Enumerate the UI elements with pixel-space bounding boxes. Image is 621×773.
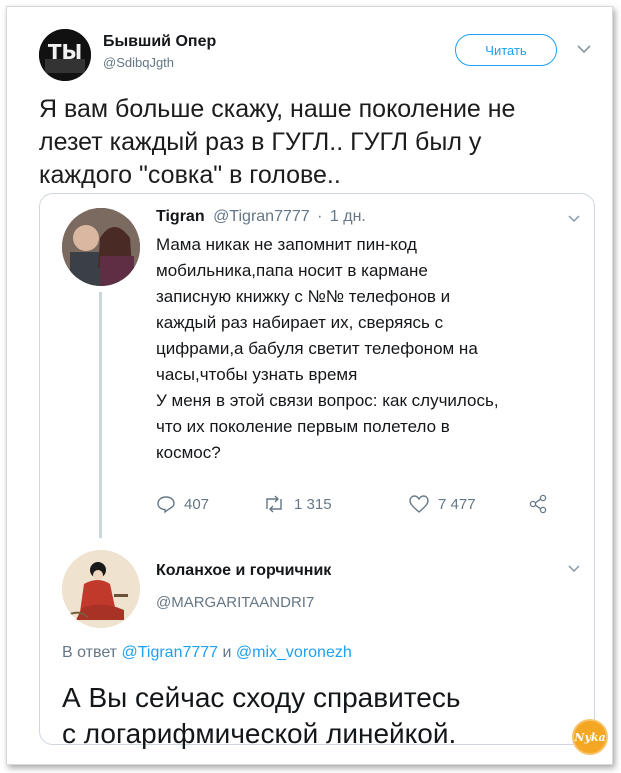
share-action[interactable] <box>528 494 556 514</box>
quoted-text-line: У меня в этой связи вопрос: как случилос… <box>156 391 499 410</box>
avatar-photo <box>62 208 140 286</box>
quoted-header: Tigran @Tigran7777 · 1 дн. <box>156 208 366 226</box>
reply-author-avatar[interactable] <box>62 550 140 628</box>
quoted-text: Мама никак не запомнит пин-код мобильник… <box>156 232 576 466</box>
replying-prefix: В ответ <box>62 644 118 661</box>
conversation-card: Tigran @Tigran7777 · 1 дн. Мама никак не… <box>39 193 595 749</box>
quoted-author-handle[interactable]: @Tigran7777 <box>213 208 310 225</box>
mention-link[interactable]: @mix_voronezh <box>236 644 352 661</box>
reply-text: А Вы сейчас сходу справитесь с логарифми… <box>62 680 582 752</box>
quoted-text-line: космос? <box>156 443 221 462</box>
reply-action[interactable]: 407 <box>156 494 209 514</box>
like-count: 7 477 <box>438 495 476 513</box>
quoted-text-line: цифрами,а бабуля светит телефоном на <box>156 339 478 358</box>
follow-button[interactable]: Читать <box>455 34 557 66</box>
separator: · <box>317 208 323 225</box>
quoted-text-line: записную книжку с №№ телефонов и <box>156 287 451 306</box>
share-icon <box>529 494 547 514</box>
tweet-text: Я вам больше скажу, наше поколение не ле… <box>39 95 516 189</box>
chevron-down-icon[interactable] <box>566 214 582 224</box>
author-handle[interactable]: @SdibqJgth <box>103 55 174 70</box>
replying-conj: и <box>222 644 232 661</box>
reply-author-name[interactable]: Коланхое и горчичник <box>156 562 331 580</box>
quoted-author-name[interactable]: Tigran <box>156 208 205 225</box>
quoted-text-line: мобильника,папа носит в кармане <box>156 261 428 280</box>
mention-link[interactable]: @Tigran7777 <box>121 644 218 661</box>
reply-text-line: А Вы сейчас сходу справитесь <box>62 682 461 713</box>
retweet-icon <box>266 495 282 513</box>
watermark-logo: Nyka <box>572 719 608 755</box>
author-name[interactable]: Бывший Опер <box>103 33 216 51</box>
tweet-screenshot: ТЫ Бывший Опер @SdibqJgth Читать Я вам б… <box>6 6 613 765</box>
quoted-text-line: каждый раз набирает их, сверяясь с <box>156 313 444 332</box>
chevron-down-icon[interactable] <box>575 43 593 55</box>
reply-icon <box>157 496 175 514</box>
like-action[interactable]: 7 477 <box>408 494 476 514</box>
retweet-action[interactable]: 1 315 <box>262 494 332 514</box>
quoted-text-line: часы,чтобы узнать время <box>156 365 358 384</box>
replying-to: В ответ @Tigran7777 и @mix_voronezh <box>62 644 352 662</box>
author-avatar[interactable]: ТЫ <box>39 29 91 81</box>
quoted-text-line: что их поколение первым полетело в <box>156 417 450 436</box>
avatar-image: ТЫ <box>39 29 91 81</box>
quoted-time[interactable]: 1 дн. <box>330 208 366 225</box>
reply-author-handle[interactable]: @MARGARITAANDRI7 <box>156 594 314 611</box>
avatar-illustration <box>62 550 140 628</box>
retweet-count: 1 315 <box>294 495 332 513</box>
thread-line <box>99 292 102 538</box>
like-icon <box>409 495 429 513</box>
quoted-text-line: Мама никак не запомнит пин-код <box>156 235 417 254</box>
action-bar: 407 1 315 7 477 <box>156 494 556 522</box>
avatar-text: ТЫ <box>48 40 82 64</box>
chevron-down-icon[interactable] <box>566 564 582 574</box>
quoted-author-avatar[interactable] <box>62 208 140 286</box>
reply-text-line: с логарифмической линейкой. <box>62 718 457 749</box>
reply-count: 407 <box>184 495 210 513</box>
